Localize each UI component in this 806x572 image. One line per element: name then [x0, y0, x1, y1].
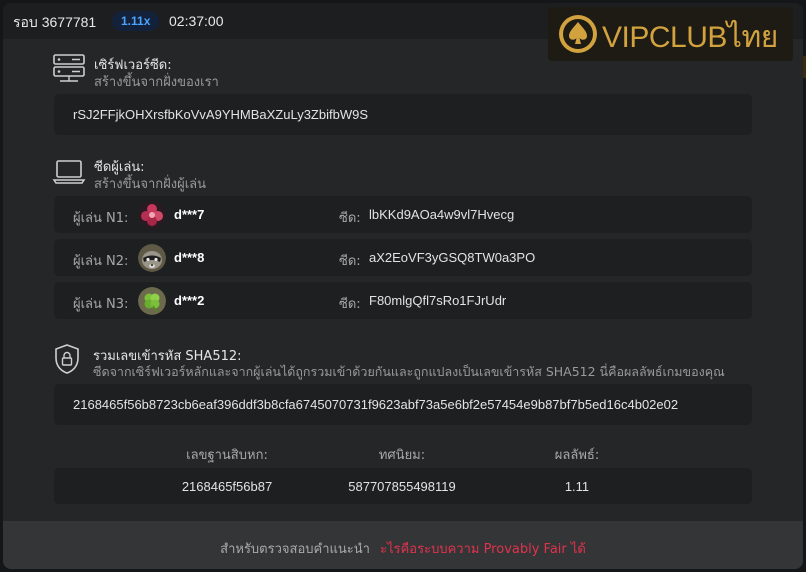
sha512-hash-box: 2168465f56b8723cb6eaf396ddf3b8cfa6745070…	[54, 384, 752, 425]
server-seed-subtitle: สร้างขึ้นจากฝั่งของเรา	[94, 75, 219, 90]
decimal-value: 587707855498119	[348, 479, 456, 494]
sha512-subtitle: ซีดจากเซิร์ฟเวอร์หลักและจากผู้เล่นได้ถูก…	[93, 364, 725, 379]
seed-label: ซีด:	[339, 297, 361, 312]
laptop-icon	[52, 160, 86, 184]
flower-avatar-icon	[138, 201, 166, 229]
hex-label: เลขฐานสิบหก:	[186, 448, 268, 463]
player-seed-value: lbKKd9AOa4w9vl7Hvecg	[369, 207, 515, 222]
player-seed-value: F80mlgQfl7sRo1FJrUdr	[369, 293, 507, 308]
spade-chip-icon	[559, 15, 597, 53]
provably-fair-link[interactable]: ะไรคือระบบความ Provably Fair ได้	[380, 542, 586, 557]
footer-text-line: สำหรับตรวจสอบคำแนะนำ ะไรคือระบบความ Prov…	[3, 538, 803, 559]
provably-fair-modal: รอบ 3677781 1.11x 02:37:00 VIPCLUBไทย เซ…	[3, 3, 803, 569]
round-time: 02:37:00	[169, 13, 224, 29]
player-row: ผู้เล่น N2: d***8 ซีด: aX2EoVF3yGSQ8TW0a…	[54, 239, 752, 276]
client-seed-subtitle: สร้างขึ้นจากฝั่งผู้เล่น	[94, 177, 207, 192]
multiplier-badge: 1.11x	[112, 11, 160, 31]
hex-value: 2168465f56b87	[181, 479, 273, 494]
seed-label: ซีด:	[339, 254, 361, 269]
vipclub-logo: VIPCLUBไทย	[548, 7, 793, 61]
result-box: 2168465f56b87 587707855498119 1.11	[54, 468, 752, 504]
player-row: ผู้เล่น N3: d***2 ซีด: F80mlgQfl7sRo1FJr…	[54, 282, 752, 319]
server-seed-value: rSJ2FFjkOHXrsfbKoVvA9YHMBaXZuLy3ZbifbW9S	[73, 107, 368, 122]
result-label: ผลลัพธ์:	[554, 448, 600, 463]
clover-avatar-icon	[138, 287, 166, 315]
player-seed-value: aX2EoVF3yGSQ8TW0a3PO	[369, 250, 536, 265]
server-seed-box: rSJ2FFjkOHXrsfbKoVvA9YHMBaXZuLy3ZbifbW9S	[54, 94, 752, 135]
result-value: 1.11	[564, 479, 590, 494]
round-label: รอบ 3677781	[13, 14, 97, 30]
seed-label: ซีด:	[339, 211, 361, 226]
player-label: ผู้เล่น N3:	[73, 297, 129, 312]
sha512-hash-value: 2168465f56b8723cb6eaf396ddf3b8cfa6745070…	[73, 397, 679, 412]
server-icon	[53, 54, 85, 82]
raccoon-avatar-icon	[138, 244, 166, 272]
player-label: ผู้เล่น N2:	[73, 254, 129, 269]
decimal-label: ทศนิยม:	[378, 448, 426, 463]
modal-footer: สำหรับตรวจสอบคำแนะนำ ะไรคือระบบความ Prov…	[3, 521, 803, 569]
player-name: d***8	[174, 250, 205, 265]
shield-lock-icon	[55, 344, 79, 374]
player-label: ผู้เล่น N1:	[73, 211, 129, 226]
player-name: d***2	[174, 293, 205, 308]
player-row: ผู้เล่น N1: d***7 ซีด: lbKKd9AOa4w9vl7Hv…	[54, 196, 752, 233]
player-name: d***7	[174, 207, 205, 222]
logo-text: VIPCLUBไทย	[602, 21, 778, 54]
footer-text: สำหรับตรวจสอบคำแนะนำ	[220, 542, 370, 557]
